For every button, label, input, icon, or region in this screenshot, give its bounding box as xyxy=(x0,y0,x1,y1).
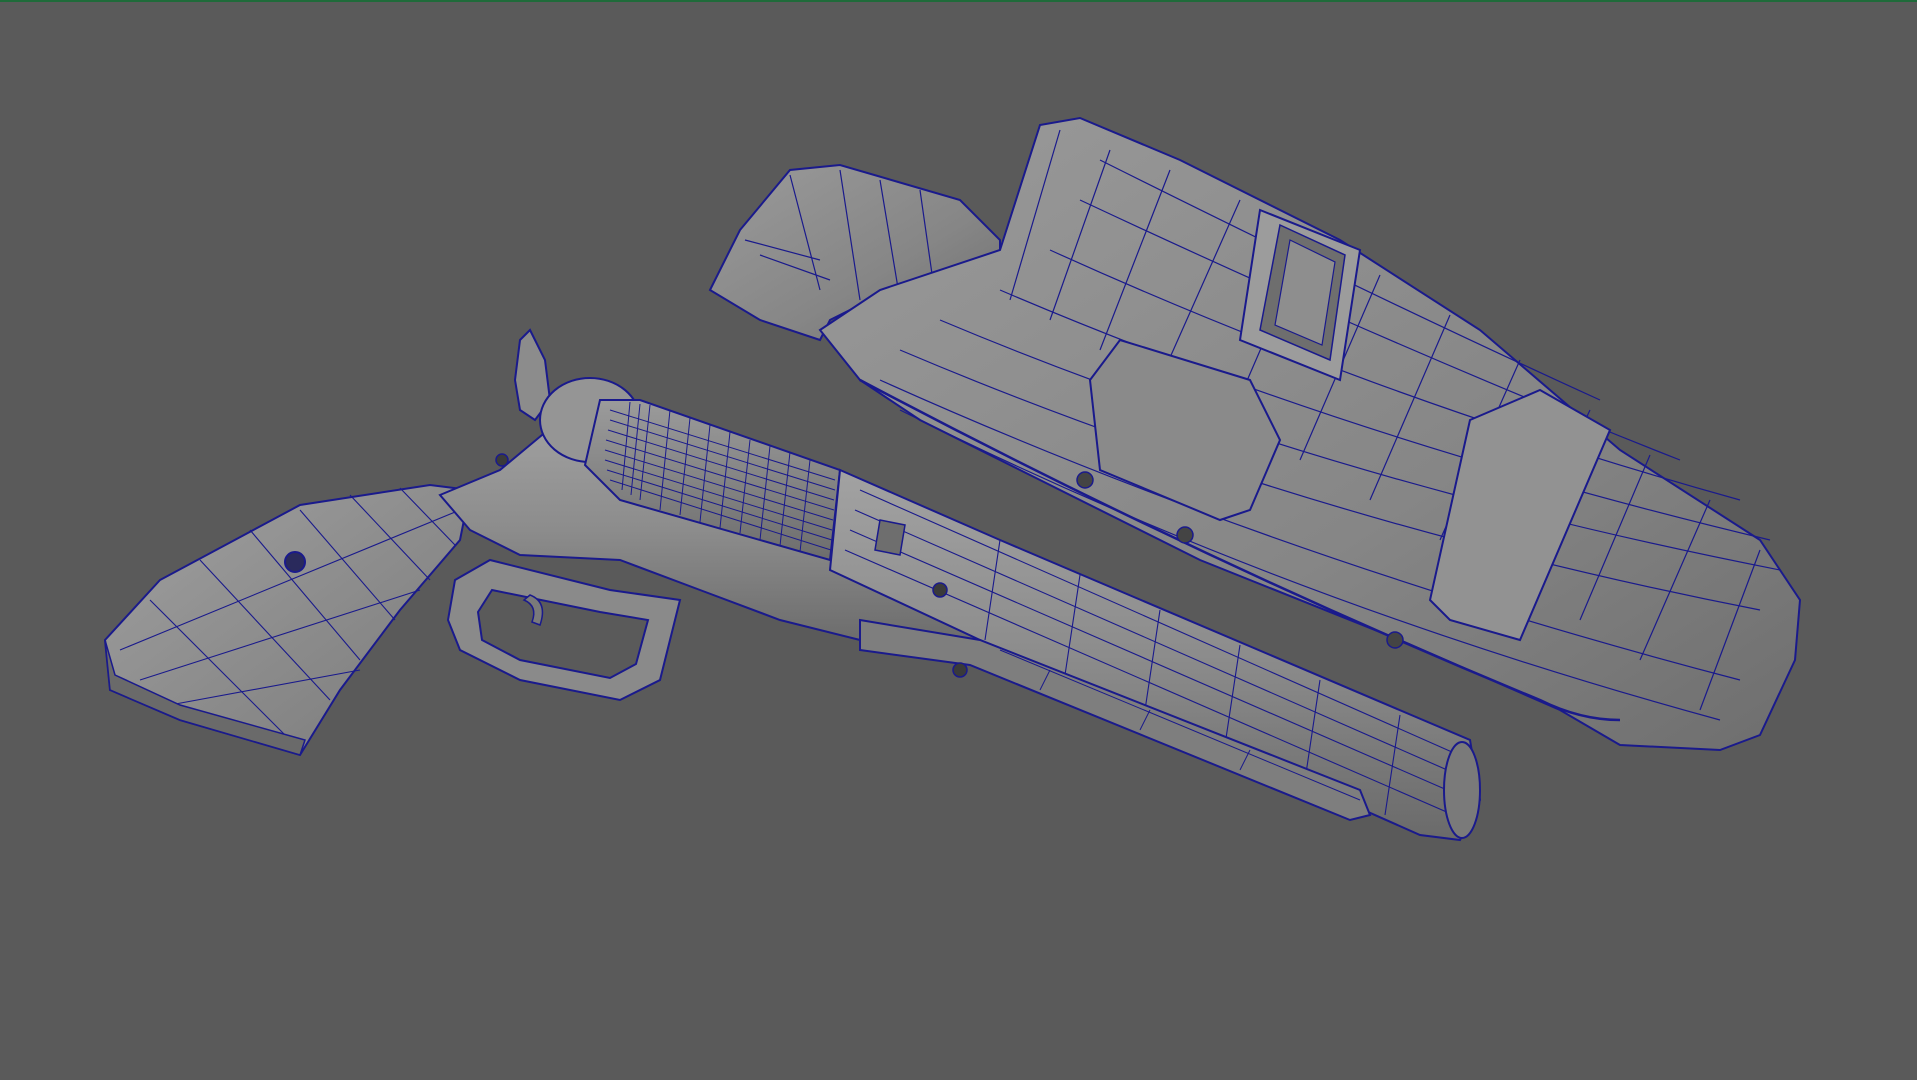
frame-wedge xyxy=(874,519,906,556)
viewport-scene[interactable] xyxy=(0,0,1917,1080)
3d-viewport[interactable] xyxy=(0,0,1917,1080)
revolver-trigger-guard xyxy=(446,558,682,702)
revolver-muzzle xyxy=(1443,741,1481,839)
revolver-grip[interactable] xyxy=(103,483,472,757)
frame-screw xyxy=(495,453,509,467)
grip-screw xyxy=(284,551,306,573)
